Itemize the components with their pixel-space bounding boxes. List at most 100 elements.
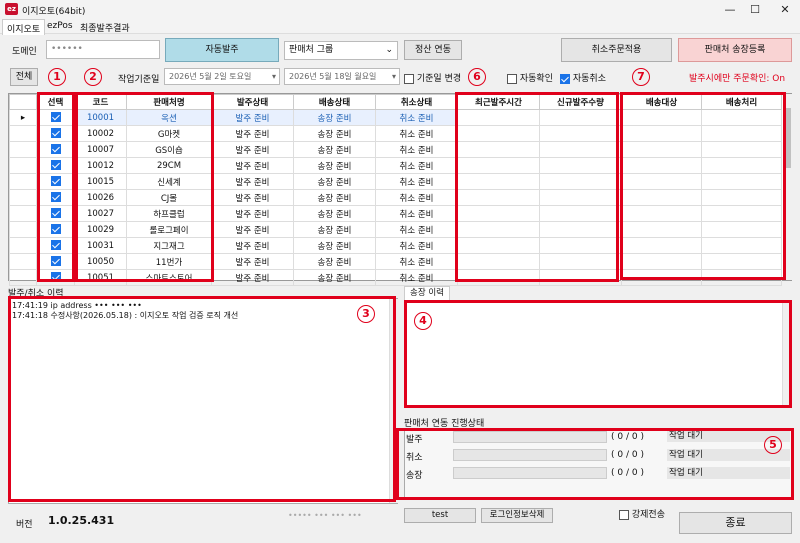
cancel-status-cell[interactable]: 취소 준비 (375, 125, 458, 142)
annotation-box-7 (620, 92, 786, 280)
row-indicator (9, 253, 37, 270)
date-label: 작업기준일 (118, 75, 160, 85)
test-button[interactable]: test (404, 508, 476, 523)
ship-status-cell[interactable]: 송장 준비 (293, 125, 376, 142)
order-status-cell[interactable]: 발주 준비 (211, 221, 294, 238)
auto-cancel-label: 자동취소 (572, 74, 606, 84)
order-status-cell[interactable]: 발주 준비 (211, 253, 294, 270)
annotation-box-1 (37, 92, 75, 282)
order-confirm-status: 발주시에만 주문확인: On (689, 74, 786, 84)
cancel-status-cell[interactable]: 취소 준비 (375, 157, 458, 174)
annotation-marker-7: 7 (632, 68, 650, 86)
row-indicator (9, 237, 37, 254)
col-cancel-status[interactable]: 취소상태 (375, 94, 458, 110)
annotation-marker-4: 4 (414, 312, 432, 330)
cancel-status-cell[interactable]: 취소 준비 (375, 141, 458, 158)
window-title: 이지오토(64bit) (22, 7, 86, 17)
maximize-button[interactable]: ☐ (740, 1, 770, 18)
checkbox-icon (404, 73, 414, 84)
col-order-status[interactable]: 발주상태 (211, 94, 294, 110)
seller-group-select[interactable]: 판매처 그룹 ⌄ (284, 41, 398, 60)
auto-confirm-label: 자동확인 (519, 74, 553, 84)
order-status-cell[interactable]: 발주 준비 (211, 157, 294, 174)
tab-invoice-history[interactable]: 송장 이력 (404, 286, 450, 300)
settle-button[interactable]: 정산 연동 (404, 40, 462, 60)
annotation-marker-2: 2 (84, 68, 102, 86)
order-status-cell[interactable]: 발주 준비 (211, 141, 294, 158)
order-status-cell[interactable]: 발주 준비 (211, 109, 294, 126)
exit-button[interactable]: 종료 (679, 512, 792, 534)
masked-info: ••••• ••• ••• ••• (288, 511, 362, 520)
all-button[interactable]: 전체 (10, 68, 38, 86)
close-button[interactable]: ✕ (770, 1, 800, 18)
ship-status-cell[interactable]: 송장 준비 (293, 253, 376, 270)
order-status-cell[interactable]: 발주 준비 (211, 125, 294, 142)
checkbox-icon (507, 73, 517, 84)
chevron-down-icon: ⌄ (385, 45, 393, 55)
annotation-box-6 (455, 92, 619, 282)
checkbox-checked-icon (560, 73, 570, 84)
menu-tab-final-order[interactable]: 최종발주결과 (80, 21, 130, 34)
calendar-dropdown-icon: ▾ (391, 72, 396, 81)
order-status-cell[interactable]: 발주 준비 (211, 173, 294, 190)
ship-status-cell[interactable]: 송장 준비 (293, 221, 376, 238)
annotation-box-3 (8, 296, 396, 502)
base-date-change-label: 기준일 변경 (416, 74, 462, 84)
cancel-status-cell[interactable]: 취소 준비 (375, 253, 458, 270)
order-status-cell[interactable]: 발주 준비 (211, 237, 294, 254)
annotation-box-5 (396, 428, 794, 500)
cancel-status-cell[interactable]: 취소 준비 (375, 109, 458, 126)
ship-status-cell[interactable]: 송장 준비 (293, 269, 376, 286)
col-ship-status[interactable]: 배송상태 (293, 94, 376, 110)
row-indicator (9, 205, 37, 222)
cancel-status-cell[interactable]: 취소 준비 (375, 205, 458, 222)
row-indicator (9, 125, 37, 142)
app-icon: ez (5, 3, 18, 15)
version-label: 버전 (16, 520, 33, 530)
date-to-field[interactable]: 2026년 5월 18일 월요일 ▾ (284, 68, 400, 85)
cancel-status-cell[interactable]: 취소 준비 (375, 269, 458, 286)
date-from-value: 2026년 5월 2일 토요일 (169, 72, 252, 81)
domain-field[interactable]: •••••• (46, 40, 160, 59)
register-invoice-button[interactable]: 판매처 송장등록 (678, 38, 792, 62)
ship-status-cell[interactable]: 송장 준비 (293, 237, 376, 254)
row-indicator-header (9, 94, 37, 110)
auto-order-button[interactable]: 자동발주 (165, 38, 279, 62)
auto-confirm-checkbox[interactable]: 자동확인 (507, 71, 553, 84)
annotation-marker-6: 6 (468, 68, 486, 86)
ship-status-cell[interactable]: 송장 준비 (293, 109, 376, 126)
annotation-marker-5: 5 (764, 436, 782, 454)
auto-cancel-checkbox[interactable]: 자동취소 (560, 71, 606, 84)
row-indicator (9, 157, 37, 174)
order-status-cell[interactable]: 발주 준비 (211, 205, 294, 222)
cancel-status-cell[interactable]: 취소 준비 (375, 221, 458, 238)
menu-tab-ezauto[interactable]: 이지오토 (2, 19, 46, 35)
order-status-cell[interactable]: 발주 준비 (211, 269, 294, 286)
row-indicator: ▸ (9, 109, 37, 126)
version-value: 1.0.25.431 (48, 514, 115, 527)
order-status-cell[interactable]: 발주 준비 (211, 189, 294, 206)
cancel-status-cell[interactable]: 취소 준비 (375, 237, 458, 254)
date-from-field[interactable]: 2026년 5월 2일 토요일 ▾ (164, 68, 280, 85)
ship-status-cell[interactable]: 송장 준비 (293, 173, 376, 190)
ship-status-cell[interactable]: 송장 준비 (293, 141, 376, 158)
title-bar (0, 0, 800, 19)
annotation-box-4 (404, 300, 792, 408)
ship-status-cell[interactable]: 송장 준비 (293, 189, 376, 206)
base-date-change-checkbox[interactable]: 기준일 변경 (404, 71, 461, 84)
checkbox-icon (619, 509, 629, 520)
row-indicator (9, 141, 37, 158)
row-indicator (9, 173, 37, 190)
ship-status-cell[interactable]: 송장 준비 (293, 205, 376, 222)
cancel-status-cell[interactable]: 취소 준비 (375, 189, 458, 206)
menu-tab-ezpos[interactable]: ezPos (47, 21, 73, 31)
annotation-marker-1: 1 (48, 68, 66, 86)
ship-status-cell[interactable]: 송장 준비 (293, 157, 376, 174)
cancel-status-cell[interactable]: 취소 준비 (375, 173, 458, 190)
login-info-delete-button[interactable]: 로그인정보삭제 (481, 508, 553, 523)
cancel-apply-button[interactable]: 취소주문적용 (561, 38, 672, 62)
domain-label: 도메인 (12, 47, 37, 57)
row-indicator (9, 269, 37, 286)
force-send-checkbox[interactable]: 강제전송 (619, 507, 665, 520)
annotation-box-2 (75, 92, 214, 282)
